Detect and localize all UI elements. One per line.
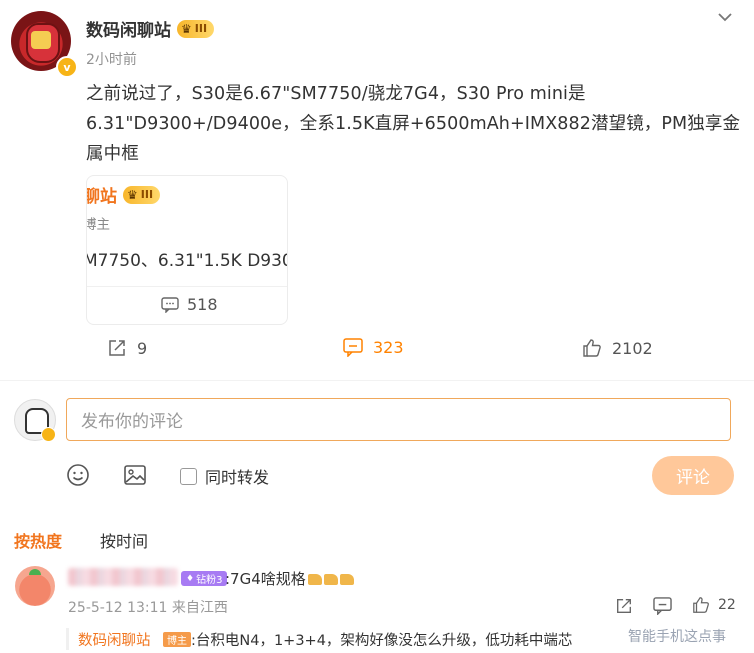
card-divider xyxy=(87,286,287,287)
comment-meta: 25-5-12 13:11 来自江西 xyxy=(68,600,228,616)
verified-icon xyxy=(41,427,56,442)
repost-checkbox[interactable] xyxy=(180,467,197,485)
crown-icon: ♛ xyxy=(181,21,192,36)
share-button[interactable]: 9 xyxy=(107,338,147,358)
pray-emoji-icon xyxy=(323,574,338,585)
share-icon[interactable] xyxy=(615,597,633,615)
comment-button[interactable]: 323 xyxy=(343,338,404,357)
emoji-icon[interactable] xyxy=(66,463,90,487)
author-badge: 博主 xyxy=(163,632,191,647)
repost-label: 同时转发 xyxy=(205,468,270,487)
author-header: 数码闲聊站 ♛ III xyxy=(86,16,215,41)
quoted-post-card[interactable]: 聊站 ♛ III 博主 M7750、6.31"1.5K D930 518 xyxy=(86,175,288,325)
post-time[interactable]: 2小时前 xyxy=(86,49,137,69)
card-author-name: 聊站 xyxy=(86,187,117,207)
author-name[interactable]: 数码闲聊站 xyxy=(86,16,171,41)
like-icon xyxy=(583,339,601,357)
section-divider xyxy=(0,380,754,381)
diamond-icon: ♦ xyxy=(186,573,195,584)
comment-like-button[interactable]: 22 xyxy=(692,596,736,614)
share-count: 9 xyxy=(137,338,148,358)
post-text-line: 之前说过了，S30是6.67"SM7750/骁龙7G4，S30 Pro mini… xyxy=(86,84,586,104)
like-button[interactable]: 2102 xyxy=(582,338,653,358)
post-text: 之前说过了，S30是6.67"SM7750/骁龙7G4，S30 Pro mini… xyxy=(86,79,746,169)
post-text-line: 属中框 xyxy=(86,144,139,164)
comment-icon xyxy=(343,338,363,357)
commenter-name-blurred[interactable] xyxy=(68,568,178,586)
sort-by-hot[interactable]: 按热度 xyxy=(14,528,62,552)
level-badge-text: III xyxy=(194,22,208,35)
comment-count: 323 xyxy=(373,338,404,357)
card-author: 聊站 ♛ III xyxy=(86,182,161,207)
card-role: 博主 xyxy=(87,217,110,233)
comment-like-count: 22 xyxy=(718,597,736,613)
post-text-line: 6.31"D9300+/D9400e，全系1.5K直屏+6500mAh+IMX8… xyxy=(86,114,741,134)
level-badge: ♛ III xyxy=(177,19,215,38)
card-comment-button[interactable]: 518 xyxy=(161,295,218,314)
submit-comment-button[interactable]: 评论 xyxy=(652,456,734,495)
reply-indent-bar xyxy=(66,628,69,650)
card-level-badge-text: III xyxy=(140,188,154,201)
comment-input[interactable]: 发布你的评论 xyxy=(66,398,731,441)
reply-author[interactable]: 数码闲聊站 xyxy=(78,629,151,650)
comment-text-content: :7G4啥规格 xyxy=(225,570,306,588)
watermark: 智能手机这点事 xyxy=(628,629,726,645)
like-count: 2102 xyxy=(612,338,653,358)
card-comment-count: 518 xyxy=(187,295,218,314)
crown-icon: ♛ xyxy=(127,187,138,202)
repost-toggle[interactable]: 同时转发 xyxy=(180,464,269,488)
fan-badge: ♦ 钻粉3 xyxy=(181,571,228,586)
image-icon[interactable] xyxy=(123,463,147,487)
comment-icon xyxy=(161,296,179,313)
pray-emoji-icon xyxy=(339,574,354,585)
comment-icon[interactable] xyxy=(653,597,672,615)
card-level-badge: ♛ III xyxy=(123,185,161,204)
verified-icon: v xyxy=(56,56,78,78)
card-text: M7750、6.31"1.5K D930 xyxy=(86,251,288,271)
chevron-down-icon[interactable] xyxy=(716,8,734,26)
comment-text: :7G4啥规格 xyxy=(225,568,354,589)
sort-by-time[interactable]: 按时间 xyxy=(100,528,148,552)
share-icon xyxy=(109,340,125,356)
reply-text: :台积电N4，1+3+4，架构好像没怎么升级，低功耗中端芯 xyxy=(191,633,573,649)
commenter-avatar[interactable] xyxy=(15,566,55,606)
comment-input-placeholder: 发布你的评论 xyxy=(81,412,183,432)
fan-badge-text: 钻粉3 xyxy=(196,575,223,586)
pray-emoji-icon xyxy=(307,574,322,585)
like-icon xyxy=(693,597,709,613)
